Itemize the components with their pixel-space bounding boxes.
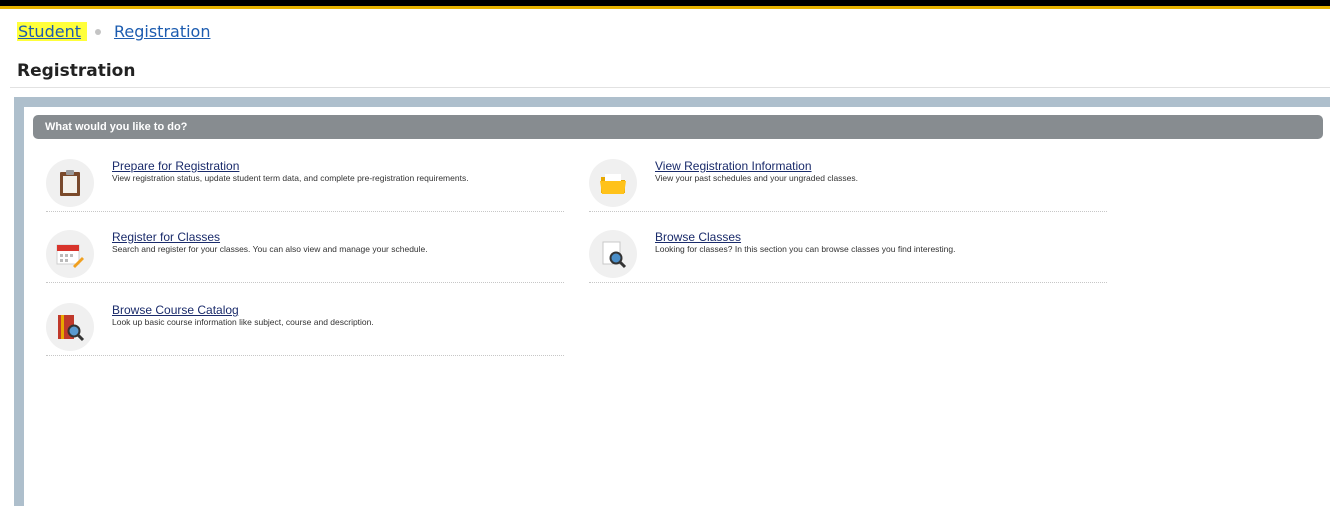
action-register-classes: Register for Classes Search and register… (46, 230, 564, 283)
content-frame: What would you like to do? Prepare for R… (14, 97, 1330, 506)
action-browse-classes: Browse Classes Looking for classes? In t… (589, 230, 1107, 283)
register-classes-description: Search and register for your classes. Yo… (112, 244, 428, 254)
action-view-registration-info: View Registration Information View your … (589, 159, 1107, 212)
breadcrumb-registration[interactable]: Registration (114, 22, 210, 41)
prepare-registration-description: View registration status, update student… (112, 173, 469, 183)
register-classes-link[interactable]: Register for Classes (112, 230, 220, 244)
section-header: What would you like to do? (33, 115, 1323, 139)
document-search-icon (589, 230, 637, 278)
title-divider (10, 87, 1330, 88)
browse-classes-link[interactable]: Browse Classes (655, 230, 741, 244)
folder-icon (589, 159, 637, 207)
view-registration-info-description: View your past schedules and your ungrad… (655, 173, 859, 183)
page-title: Registration (17, 61, 136, 81)
view-registration-info-link[interactable]: View Registration Information (655, 159, 812, 173)
breadcrumb: Student Registration (17, 22, 210, 41)
breadcrumb-student[interactable]: Student (17, 22, 87, 41)
prepare-registration-link[interactable]: Prepare for Registration (112, 159, 239, 173)
breadcrumb-separator (94, 28, 101, 35)
calendar-pencil-icon (46, 230, 94, 278)
browse-course-catalog-link[interactable]: Browse Course Catalog (112, 303, 239, 317)
content-panel: What would you like to do? Prepare for R… (24, 107, 1330, 506)
clipboard-icon (46, 159, 94, 207)
top-accent-bar (0, 0, 1330, 9)
action-browse-course-catalog: Browse Course Catalog Look up basic cour… (46, 303, 564, 356)
book-search-icon (46, 303, 94, 351)
action-prepare-registration: Prepare for Registration View registrati… (46, 159, 564, 212)
browse-course-catalog-description: Look up basic course information like su… (112, 317, 374, 327)
browse-classes-description: Looking for classes? In this section you… (655, 244, 956, 254)
